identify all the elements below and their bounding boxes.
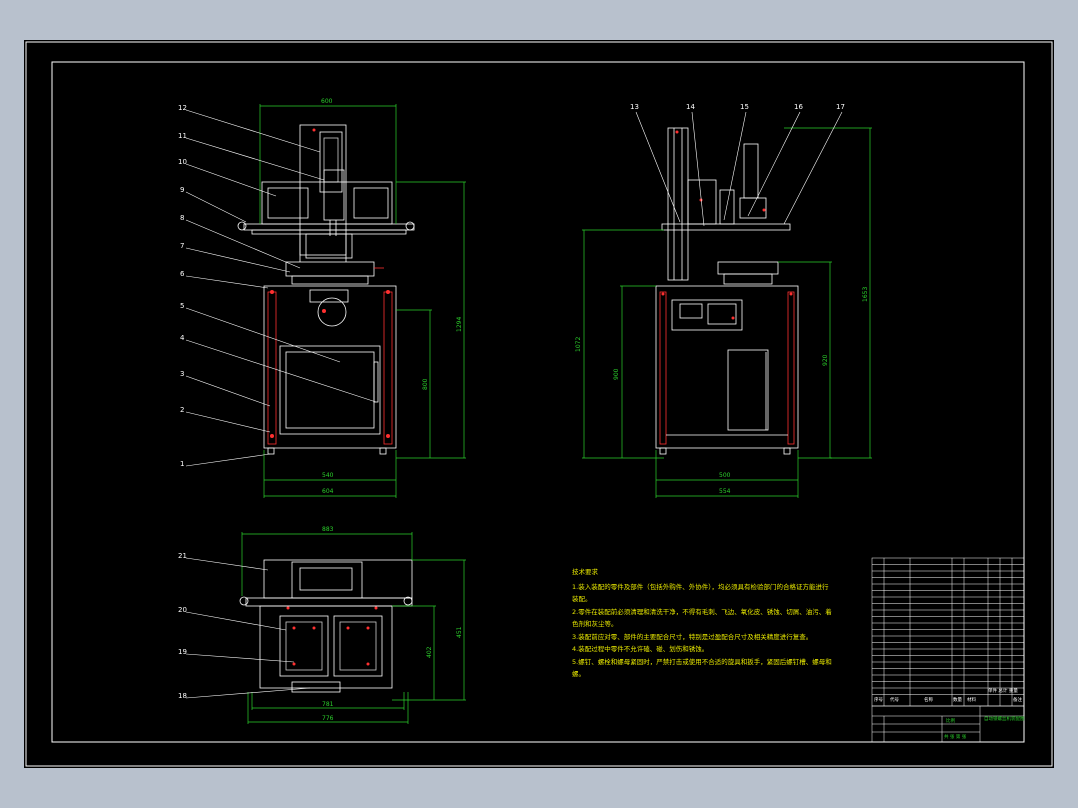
callout-12: 12 (178, 104, 187, 112)
drawing-sheet: 600 1294 800 540 604 12 11 10 9 8 7 6 5 … (24, 40, 1054, 768)
top-view (239, 559, 413, 693)
front-dim-cabinet: 800 (422, 378, 429, 390)
front-callouts: 12 11 10 9 8 7 6 5 4 3 2 1 (178, 104, 187, 468)
top-view-accents (286, 606, 378, 666)
bom-header-material: 材料 (967, 696, 976, 703)
callout-7: 7 (180, 242, 184, 250)
callout-17: 17 (836, 103, 845, 111)
callout-3: 3 (180, 370, 184, 378)
notes-line: 3.装配前应对零、部件的主要配合尺寸，特别是过盈配合尺寸及相关精度进行复查。 (572, 632, 812, 641)
bom-header-remark: 备注 (1013, 696, 1022, 703)
callout-18: 18 (178, 692, 187, 700)
callout-15: 15 (740, 103, 749, 111)
front-dim-top: 600 (321, 98, 333, 105)
notes-line: 装配。 (572, 594, 592, 603)
callout-11: 11 (178, 132, 187, 140)
bom-header-code: 代号 (890, 696, 899, 703)
callout-20: 20 (178, 606, 187, 614)
top-dim-depth-b: 402 (426, 646, 433, 658)
notes-line: 2.零件在装配前必须清理和清洗干净，不得有毛刺、飞边、氧化皮、锈蚀、切屑、油污、… (572, 607, 832, 616)
front-view-dimensions (259, 104, 466, 498)
sheet-label: 共 张 第 张 (944, 733, 967, 740)
side-dim-right: 920 (822, 354, 829, 366)
top-leaders (185, 557, 311, 699)
callout-4: 4 (180, 334, 185, 342)
notes-line: 4.装配过程中零件不允许磕、碰、划伤和锈蚀。 (572, 644, 708, 653)
bom-header-weight: 单件 总计 重量 (988, 687, 1018, 694)
bom-header-name: 名称 (924, 696, 933, 703)
side-dim-left: 1072 (575, 337, 582, 352)
drawing-title: 自动锁螺丝机装配图 (984, 715, 1025, 722)
callout-13: 13 (630, 103, 639, 111)
cad-drawing: 600 1294 800 540 604 12 11 10 9 8 7 6 5 … (25, 41, 1053, 767)
scale-label: 比例 (946, 717, 955, 724)
top-callouts: 21 20 19 18 (178, 552, 187, 700)
top-dim-inner: 781 (322, 701, 334, 708)
callout-1: 1 (180, 460, 184, 468)
top-dim-width: 883 (322, 526, 334, 533)
callout-16: 16 (794, 103, 803, 111)
callout-6: 6 (180, 270, 185, 278)
callout-9: 9 (180, 186, 184, 194)
front-view-accents (270, 128, 390, 438)
notes-title: 技术要求 (572, 567, 599, 576)
side-dim-total: 1653 (862, 287, 869, 302)
bom-header-seq: 序号 (874, 696, 883, 703)
notes-line: 螺。 (572, 669, 585, 678)
top-dim-base: 776 (322, 715, 334, 722)
front-dim-inner: 540 (322, 472, 334, 479)
side-view-dimensions (582, 127, 872, 498)
notes-line: 色剂和灰尘等。 (572, 619, 618, 628)
side-view-accents (661, 130, 793, 320)
side-callouts: 13 14 15 16 17 (630, 103, 845, 111)
top-dim-depth-a: 451 (456, 626, 463, 638)
front-dim-total: 1294 (456, 317, 463, 332)
callout-5: 5 (180, 302, 184, 310)
callout-10: 10 (178, 158, 187, 166)
callout-2: 2 (180, 406, 184, 414)
callout-21: 21 (178, 552, 187, 560)
inner-border (51, 61, 1025, 743)
callout-14: 14 (686, 103, 695, 111)
technical-notes: 技术要求 1.装入装配的零件及部件（包括外购件、外协件），均必须具有检验部门的合… (572, 567, 832, 678)
bom-table (871, 557, 1025, 707)
side-dim-base: 554 (719, 488, 731, 495)
callout-8: 8 (180, 214, 184, 222)
side-dim-inner: 500 (719, 472, 731, 479)
front-dim-base: 604 (322, 488, 334, 495)
side-view (655, 127, 799, 455)
front-view (237, 124, 415, 455)
front-leaders (185, 109, 377, 467)
outer-border (25, 41, 1053, 767)
side-leaders (635, 111, 843, 227)
callout-19: 19 (178, 648, 187, 656)
notes-line: 1.装入装配的零件及部件（包括外购件、外协件），均必须具有检验部门的合格证方能进… (572, 582, 829, 591)
bom-header-qty: 数量 (953, 696, 962, 703)
notes-line: 5.螺钉、螺栓和螺母紧固时，严禁打击或使用不合适的旋具和扳手，紧固后螺钉槽、螺母… (572, 657, 832, 666)
side-dim-mid: 900 (613, 368, 620, 380)
